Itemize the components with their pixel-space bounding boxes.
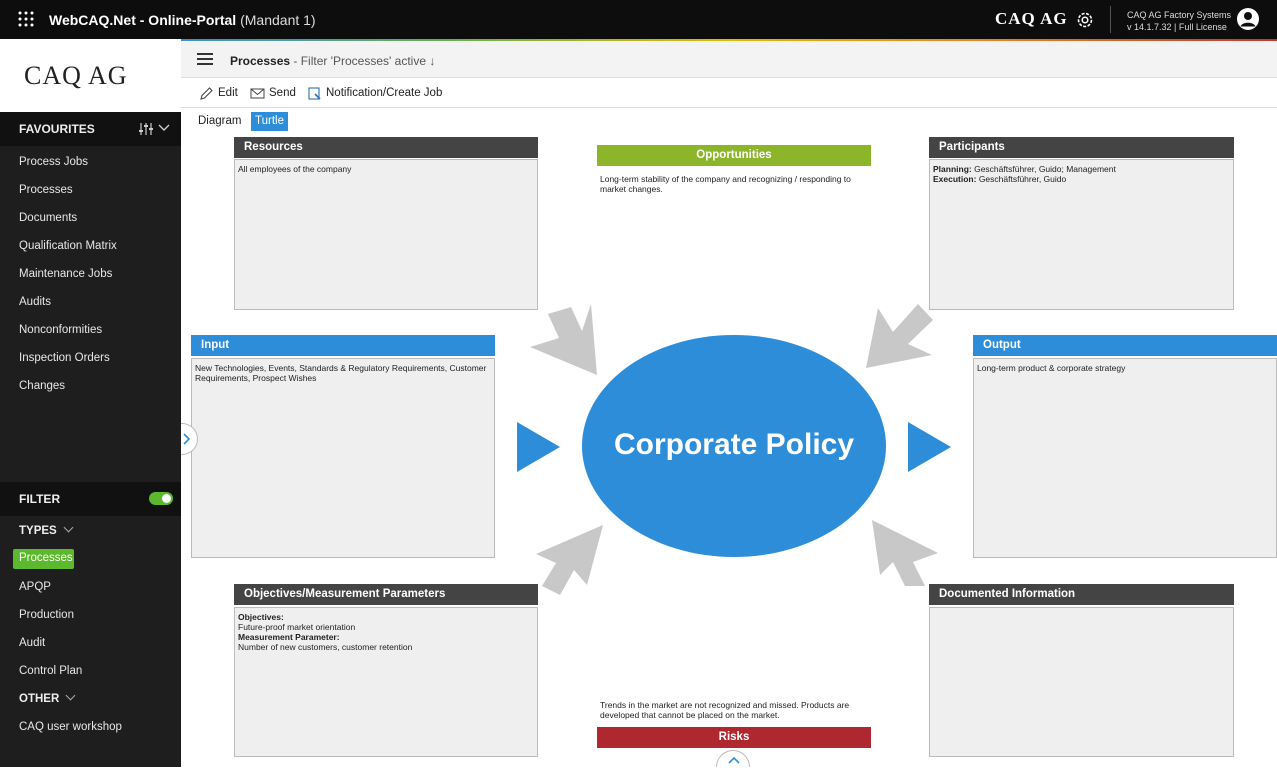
documented-arrow-icon [872, 520, 938, 586]
objectives-arrow-icon [536, 525, 603, 595]
center-process-title: Corporate Policy [613, 428, 855, 461]
resources-arrow-icon [530, 304, 597, 375]
chevron-up-icon [728, 756, 740, 764]
chevron-right-icon [183, 433, 191, 445]
bottom-expand-handle[interactable] [716, 750, 750, 767]
participants-arrow-icon [866, 304, 933, 368]
input-arrow-icon [517, 422, 560, 472]
output-arrow-icon [908, 422, 951, 472]
